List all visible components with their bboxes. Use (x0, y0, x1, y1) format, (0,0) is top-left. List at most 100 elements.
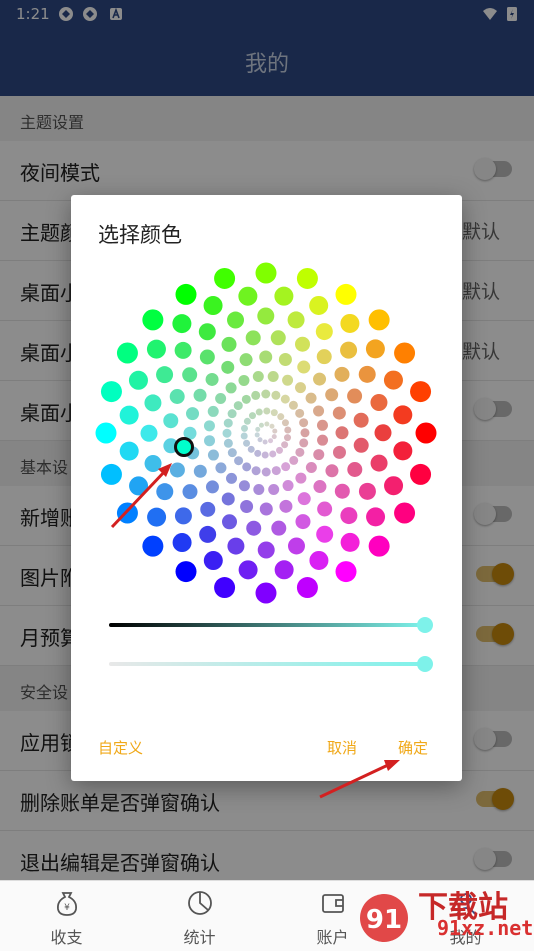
color-swatch[interactable] (245, 330, 261, 346)
color-swatch[interactable] (282, 480, 294, 492)
color-swatch[interactable] (221, 360, 235, 374)
color-swatch[interactable] (226, 472, 238, 484)
color-swatch[interactable] (268, 483, 280, 495)
color-swatch[interactable] (332, 445, 346, 459)
color-swatch[interactable] (295, 472, 307, 484)
color-swatch[interactable] (142, 309, 164, 331)
color-swatch[interactable] (281, 419, 289, 427)
color-swatch[interactable] (294, 382, 306, 394)
color-swatch[interactable] (276, 446, 284, 454)
color-swatch[interactable] (257, 307, 275, 325)
color-swatch[interactable] (243, 439, 251, 447)
color-swatch[interactable] (255, 408, 263, 416)
color-swatch[interactable] (316, 349, 332, 365)
custom-button[interactable]: 自定义 (98, 737, 143, 758)
color-swatch[interactable] (203, 551, 223, 571)
color-swatch[interactable] (267, 370, 279, 382)
color-swatch[interactable] (383, 370, 403, 390)
color-swatch[interactable] (186, 407, 200, 421)
color-swatch[interactable] (313, 480, 327, 494)
color-swatch[interactable] (129, 476, 149, 496)
color-swatch[interactable] (144, 454, 162, 472)
color-swatch[interactable] (370, 454, 388, 472)
color-swatch[interactable] (227, 537, 245, 555)
color-swatch[interactable] (284, 426, 292, 434)
color-swatch[interactable] (294, 336, 310, 352)
color-swatch[interactable] (313, 405, 325, 417)
color-swatch[interactable] (215, 462, 227, 474)
color-swatch[interactable] (270, 330, 286, 346)
color-swatch[interactable] (309, 295, 329, 315)
color-swatch[interactable] (368, 309, 390, 331)
nav-item-income-expense[interactable]: ¥ 收支 (0, 881, 133, 951)
color-swatch[interactable] (240, 499, 254, 513)
color-swatch[interactable] (263, 407, 271, 415)
color-swatch[interactable] (238, 560, 258, 580)
alpha-slider[interactable] (109, 656, 433, 672)
color-swatch[interactable] (128, 370, 148, 390)
color-swatch[interactable] (255, 582, 277, 604)
color-swatch[interactable] (295, 408, 305, 418)
nav-item-statistics[interactable]: 统计 (133, 881, 266, 951)
color-swatch[interactable] (205, 480, 219, 494)
color-swatch[interactable] (374, 424, 392, 442)
color-swatch[interactable] (296, 577, 318, 599)
color-swatch[interactable] (200, 501, 216, 517)
color-swatch[interactable] (347, 388, 363, 404)
color-swatch[interactable] (254, 449, 262, 457)
color-swatch[interactable] (100, 381, 122, 403)
color-swatch[interactable] (353, 437, 369, 453)
color-swatch[interactable] (238, 480, 250, 492)
color-swatch[interactable] (238, 374, 250, 386)
color-swatch[interactable] (274, 560, 294, 580)
color-swatch[interactable] (253, 484, 265, 496)
color-swatch[interactable] (257, 541, 275, 559)
color-swatch[interactable] (193, 464, 207, 478)
color-swatch[interactable] (271, 390, 281, 400)
color-swatch[interactable] (280, 394, 290, 404)
color-swatch[interactable] (199, 349, 215, 365)
color-swatch[interactable] (295, 447, 305, 457)
color-swatch[interactable] (271, 434, 277, 440)
color-swatch[interactable] (227, 448, 237, 458)
color-swatch[interactable] (281, 462, 291, 472)
color-swatch[interactable] (299, 418, 309, 428)
color-swatch[interactable] (204, 435, 216, 447)
color-swatch[interactable] (193, 388, 207, 402)
color-swatch[interactable] (288, 400, 298, 410)
color-swatch[interactable] (340, 313, 360, 333)
slider-thumb[interactable] (417, 656, 433, 672)
color-swatch[interactable] (222, 428, 232, 438)
color-swatch[interactable] (227, 311, 245, 329)
color-swatch[interactable] (394, 342, 416, 364)
color-swatch[interactable] (269, 450, 277, 458)
color-swatch[interactable] (410, 381, 432, 403)
color-swatch[interactable] (368, 535, 390, 557)
color-swatch[interactable] (274, 286, 294, 306)
lightness-slider[interactable] (109, 617, 433, 633)
color-swatch[interactable] (261, 467, 271, 477)
color-swatch[interactable] (340, 532, 360, 552)
color-swatch[interactable] (299, 438, 309, 448)
color-swatch[interactable] (384, 476, 404, 496)
color-swatch[interactable] (95, 422, 117, 444)
color-swatch[interactable] (347, 461, 363, 477)
color-swatch[interactable] (393, 441, 413, 461)
color-swatch[interactable] (163, 413, 179, 429)
color-swatch[interactable] (277, 413, 285, 421)
color-swatch[interactable] (214, 577, 236, 599)
color-swatch[interactable] (234, 456, 244, 466)
color-swatch[interactable] (316, 525, 334, 543)
color-swatch[interactable] (182, 367, 198, 383)
color-swatch[interactable] (365, 339, 385, 359)
color-swatch[interactable] (251, 466, 261, 476)
color-swatch[interactable] (240, 432, 248, 440)
ok-button[interactable]: 确定 (398, 737, 428, 758)
color-swatch[interactable] (358, 482, 376, 500)
color-swatch[interactable] (358, 365, 376, 383)
color-swatch[interactable] (334, 366, 350, 382)
color-swatch[interactable] (261, 389, 271, 399)
color-swatch[interactable] (370, 394, 388, 412)
color-swatch[interactable] (287, 311, 305, 329)
color-swatch[interactable] (174, 507, 192, 525)
